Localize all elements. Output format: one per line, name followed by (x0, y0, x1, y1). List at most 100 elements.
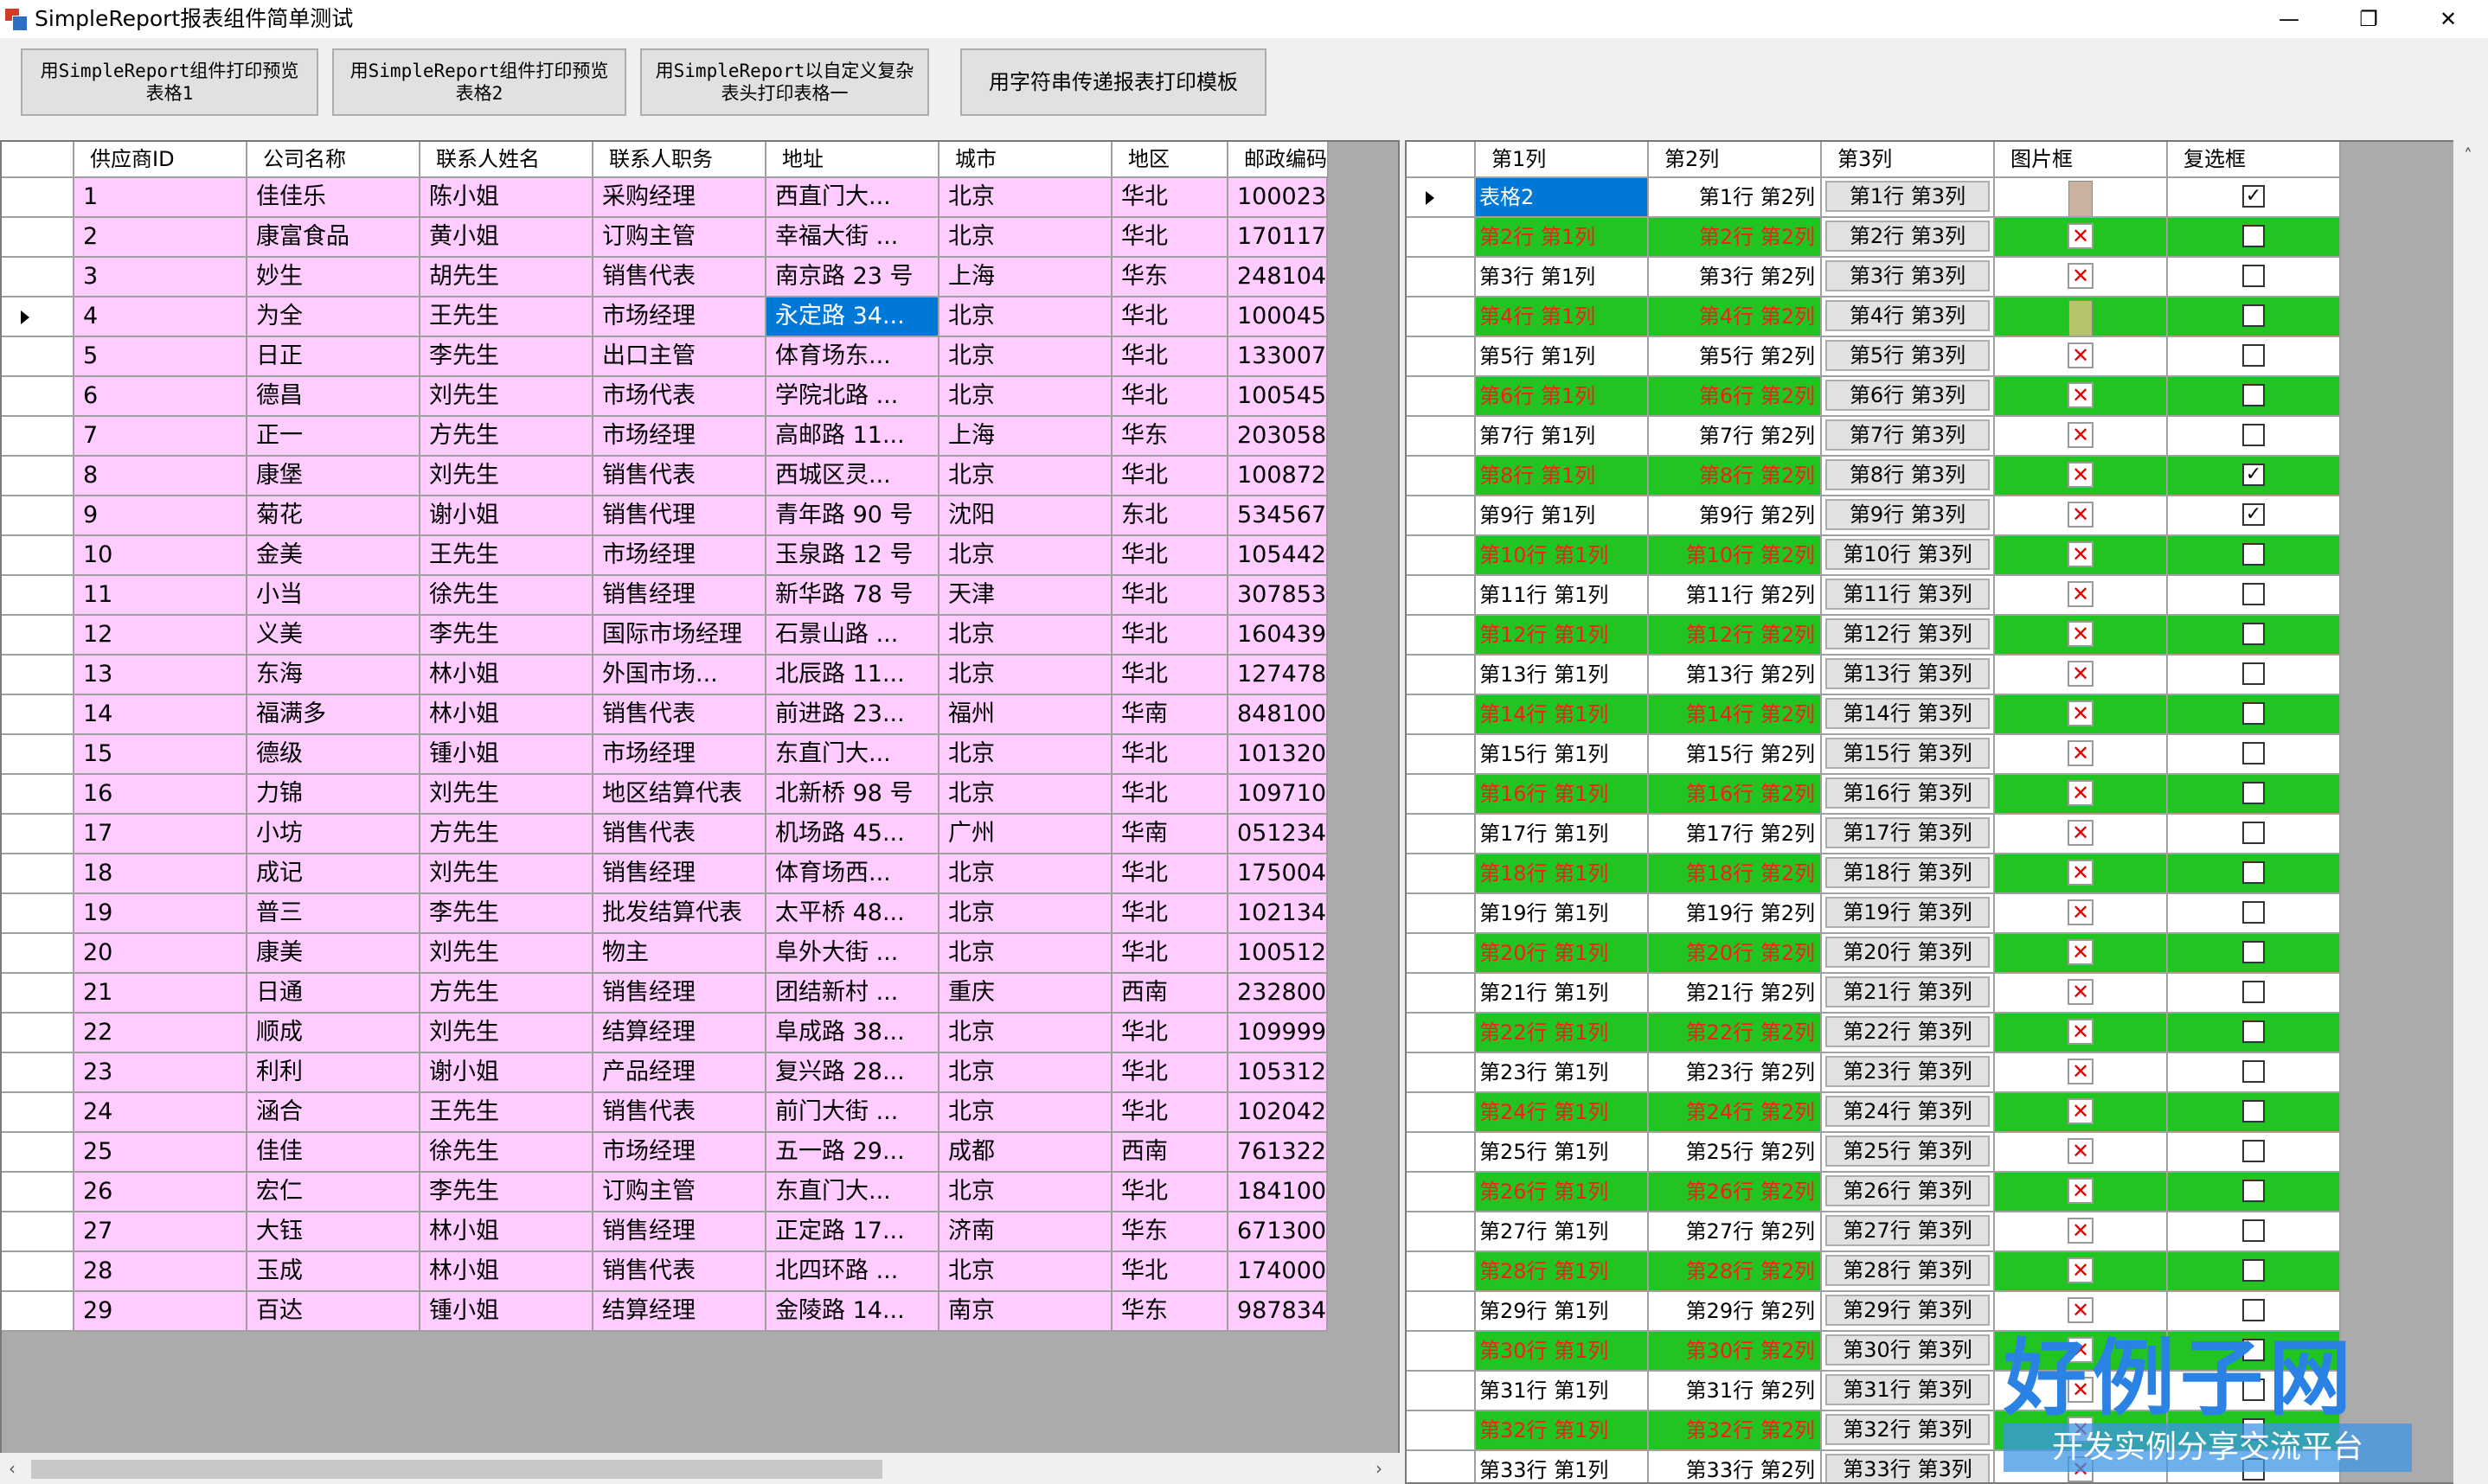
row-header[interactable] (2, 297, 74, 337)
cell-button[interactable]: 第22行 第3列 (1825, 1016, 1990, 1047)
table-row[interactable]: 第17行 第1列 第17行 第2列 第17行 第3列 ✕ (1407, 815, 2341, 854)
row-header[interactable] (1407, 1093, 1476, 1133)
table-cell[interactable]: 义美 (247, 616, 420, 656)
table-cell[interactable]: 前门大街 ... (766, 1093, 939, 1133)
table-cell[interactable]: 051234 (1228, 815, 1329, 854)
cell-button[interactable]: 第19行 第3列 (1825, 897, 1990, 928)
button-cell[interactable]: 第33行 第3列 (1822, 1451, 1995, 1482)
table-cell[interactable]: 28 (74, 1252, 247, 1292)
table-cell[interactable]: 100045 (1228, 297, 1329, 337)
table-row[interactable]: 12 义美 李先生 国际市场经理 石景山路 ... 北京 华北 160439 (2, 616, 1329, 656)
table-cell[interactable]: 华北 (1113, 297, 1228, 337)
checkbox-cell[interactable] (2168, 656, 2341, 695)
checkbox-icon[interactable] (2242, 742, 2265, 764)
checkbox-cell[interactable] (2168, 1252, 2341, 1292)
button-cell[interactable]: 第32行 第3列 (1822, 1411, 1995, 1451)
table-cell[interactable]: 北京 (939, 1252, 1113, 1292)
checkbox-icon[interactable]: ✓ (2242, 185, 2265, 208)
table-cell[interactable]: 为全 (247, 297, 420, 337)
table-cell[interactable]: 第17行 第2列 (1649, 815, 1822, 854)
table-cell[interactable]: 谢小姐 (420, 496, 593, 536)
table-cell[interactable]: 华北 (1113, 934, 1228, 974)
table-cell[interactable]: 北京 (939, 178, 1113, 218)
row-header[interactable] (2, 536, 74, 576)
scroll-right-icon[interactable]: › (1375, 1453, 1382, 1484)
button-cell[interactable]: 第11行 第3列 (1822, 576, 1995, 616)
table-cell[interactable]: 华北 (1113, 218, 1228, 258)
table-row[interactable]: 第24行 第1列 第24行 第2列 第24行 第3列 ✕ (1407, 1093, 2341, 1133)
table-cell[interactable]: 高邮路 11... (766, 417, 939, 457)
cell-button[interactable]: 第2行 第3列 (1825, 221, 1990, 252)
row-header[interactable] (1407, 1292, 1476, 1332)
checkbox-cell[interactable] (2168, 1093, 2341, 1133)
table-cell[interactable]: 7 (74, 417, 247, 457)
checkbox-cell[interactable] (2168, 218, 2341, 258)
button-cell[interactable]: 第8行 第3列 (1822, 457, 1995, 496)
table-cell[interactable]: 南京路 23 号 (766, 258, 939, 297)
table-row[interactable]: 第12行 第1列 第12行 第2列 第12行 第3列 ✕ (1407, 616, 2341, 656)
table-cell[interactable]: 北京 (939, 1014, 1113, 1053)
checkbox-icon[interactable] (2242, 1020, 2265, 1043)
table-cell[interactable]: 复兴路 28... (766, 1053, 939, 1093)
table-cell[interactable]: 成记 (247, 854, 420, 894)
table-cell[interactable]: 华北 (1113, 894, 1228, 934)
table-cell[interactable]: 第14行 第1列 (1476, 695, 1649, 735)
table-cell[interactable]: 第9行 第2列 (1649, 496, 1822, 536)
column-header[interactable]: 第3列 (1822, 142, 1995, 178)
table-cell[interactable]: 23 (74, 1053, 247, 1093)
table-cell[interactable]: 北京 (939, 1173, 1113, 1212)
button-cell[interactable]: 第22行 第3列 (1822, 1014, 1995, 1053)
button-cell[interactable]: 第23行 第3列 (1822, 1053, 1995, 1093)
cell-button[interactable]: 第6行 第3列 (1825, 380, 1990, 411)
table-cell[interactable]: 第19行 第1列 (1476, 894, 1649, 934)
table-cell[interactable]: 第10行 第1列 (1476, 536, 1649, 576)
table-cell[interactable]: 华东 (1113, 258, 1228, 297)
cell-button[interactable]: 第24行 第3列 (1825, 1096, 1990, 1127)
table-cell[interactable]: 北京 (939, 337, 1113, 377)
table-cell[interactable]: 五一路 29... (766, 1133, 939, 1173)
button-cell[interactable]: 第25行 第3列 (1822, 1133, 1995, 1173)
button-cell[interactable]: 第5行 第3列 (1822, 337, 1995, 377)
table-cell[interactable]: 203058 (1228, 417, 1329, 457)
row-header[interactable] (1407, 815, 1476, 854)
table-cell[interactable]: 北京 (939, 377, 1113, 417)
table-cell[interactable]: 北京 (939, 536, 1113, 576)
table-cell[interactable]: 小当 (247, 576, 420, 616)
table-cell[interactable]: 刘先生 (420, 854, 593, 894)
table-cell[interactable]: 1 (74, 178, 247, 218)
row-header[interactable] (1407, 735, 1476, 775)
table-row[interactable]: 28 玉成 林小姐 销售代表 北四环路 ... 北京 华北 174000 (2, 1252, 1329, 1292)
table-cell[interactable]: 11 (74, 576, 247, 616)
table-cell[interactable]: 14 (74, 695, 247, 735)
table-cell[interactable]: 机场路 45... (766, 815, 939, 854)
row-header[interactable] (2, 496, 74, 536)
table-cell[interactable]: 王先生 (420, 1093, 593, 1133)
table-cell[interactable]: 沈阳 (939, 496, 1113, 536)
table-cell[interactable]: 林小姐 (420, 1252, 593, 1292)
table-cell[interactable]: 第27行 第1列 (1476, 1212, 1649, 1252)
table-row[interactable]: 第20行 第1列 第20行 第2列 第20行 第3列 ✕ (1407, 934, 2341, 974)
table-cell[interactable]: 109999 (1228, 1014, 1329, 1053)
button-cell[interactable]: 第7行 第3列 (1822, 417, 1995, 457)
row-header[interactable] (1407, 258, 1476, 297)
table-cell[interactable]: 产品经理 (593, 1053, 766, 1093)
cell-button[interactable]: 第23行 第3列 (1825, 1056, 1990, 1087)
checkbox-cell[interactable]: ✓ (2168, 496, 2341, 536)
cell-button[interactable]: 第1行 第3列 (1825, 181, 1990, 212)
button-cell[interactable]: 第19行 第3列 (1822, 894, 1995, 934)
table-cell[interactable]: 第12行 第2列 (1649, 616, 1822, 656)
table-cell[interactable]: 李先生 (420, 1173, 593, 1212)
table-cell[interactable]: 174000 (1228, 1252, 1329, 1292)
table-cell[interactable]: 第7行 第2列 (1649, 417, 1822, 457)
row-header[interactable] (2, 1133, 74, 1173)
button-cell[interactable]: 第12行 第3列 (1822, 616, 1995, 656)
table-cell[interactable]: 26 (74, 1173, 247, 1212)
table-cell[interactable]: 百达 (247, 1292, 420, 1332)
table-row[interactable]: 9 菊花 谢小姐 销售代理 青年路 90 号沈阳 东北 534567 (2, 496, 1329, 536)
table-row[interactable]: 27 大钰 林小姐 销售经理 正定路 17... 济南 华东 671300 (2, 1212, 1329, 1252)
table-cell[interactable]: 100512 (1228, 934, 1329, 974)
table-row[interactable]: 7 正一 方先生 市场经理 高邮路 11... 上海 华东 203058 (2, 417, 1329, 457)
table-cell[interactable]: 胡先生 (420, 258, 593, 297)
table-cell[interactable]: 菊花 (247, 496, 420, 536)
table-row[interactable]: 14 福满多 林小姐 销售代表 前进路 23... 福州 华南 848100 (2, 695, 1329, 735)
